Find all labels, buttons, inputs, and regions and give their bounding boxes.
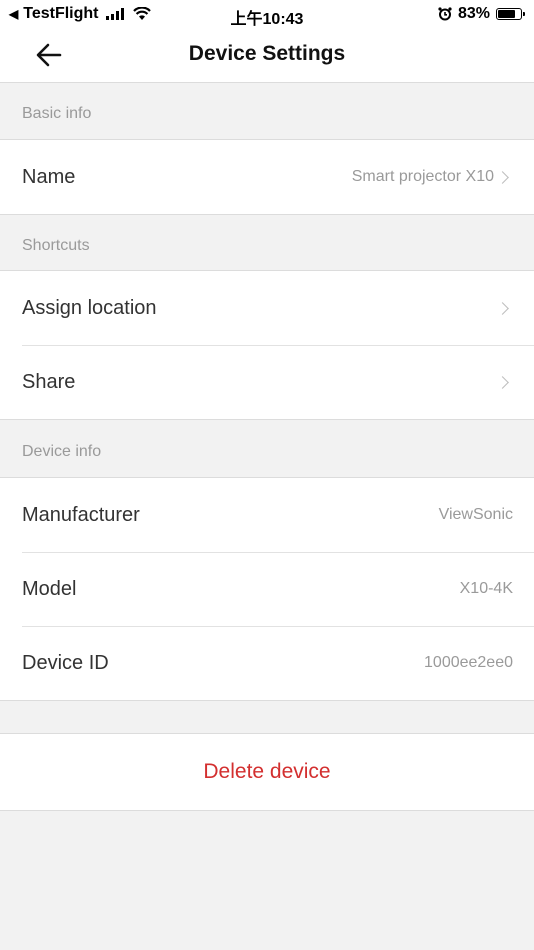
- battery-icon: [496, 8, 525, 20]
- battery-percent: 83%: [457, 5, 490, 22]
- alarm-icon: [438, 7, 452, 21]
- status-bar-right: 83%: [438, 5, 525, 23]
- section-shortcuts: Shortcuts: [22, 237, 90, 254]
- manufacturer-value: ViewSonic: [438, 506, 513, 523]
- delete-device-button[interactable]: Delete device: [0, 734, 534, 810]
- device-id-label: Device ID: [22, 651, 109, 674]
- name-row[interactable]: Name Smart projector X10: [0, 140, 534, 214]
- name-label: Name: [22, 165, 76, 188]
- battery-fill: [498, 10, 515, 18]
- nav-bar: Device Settings: [0, 28, 534, 83]
- model-row: Model X10-4K: [0, 552, 534, 626]
- chevron-right-icon: [496, 170, 509, 184]
- chevron-right-icon: [496, 301, 509, 315]
- device-id-row: Device ID 1000ee2ee0: [0, 626, 534, 700]
- model-label: Model: [22, 577, 77, 600]
- device-info-group: Manufacturer ViewSonic Model X10-4K Devi…: [0, 477, 534, 701]
- basic-info-group: Name Smart projector X10: [0, 139, 534, 215]
- name-value: Smart projector X10: [351, 168, 494, 185]
- share-row[interactable]: Share: [0, 345, 534, 419]
- delete-group: Delete device: [0, 733, 534, 811]
- share-label: Share: [22, 370, 76, 393]
- shortcuts-group: Assign location Share: [0, 270, 534, 420]
- device-id-value: 1000ee2ee0: [424, 654, 513, 671]
- assign-location-label: Assign location: [22, 296, 157, 319]
- page-title: Device Settings: [188, 42, 346, 65]
- chevron-right-icon: [496, 375, 509, 389]
- manufacturer-row: Manufacturer ViewSonic: [0, 478, 534, 552]
- section-basic-info: Basic info: [22, 105, 92, 122]
- status-bar: ◀ TestFlight 上午10:43 83%: [0, 0, 534, 28]
- manufacturer-label: Manufacturer: [22, 503, 140, 526]
- section-device-info: Device info: [22, 443, 102, 460]
- model-value: X10-4K: [459, 580, 513, 597]
- assign-location-row[interactable]: Assign location: [0, 271, 534, 345]
